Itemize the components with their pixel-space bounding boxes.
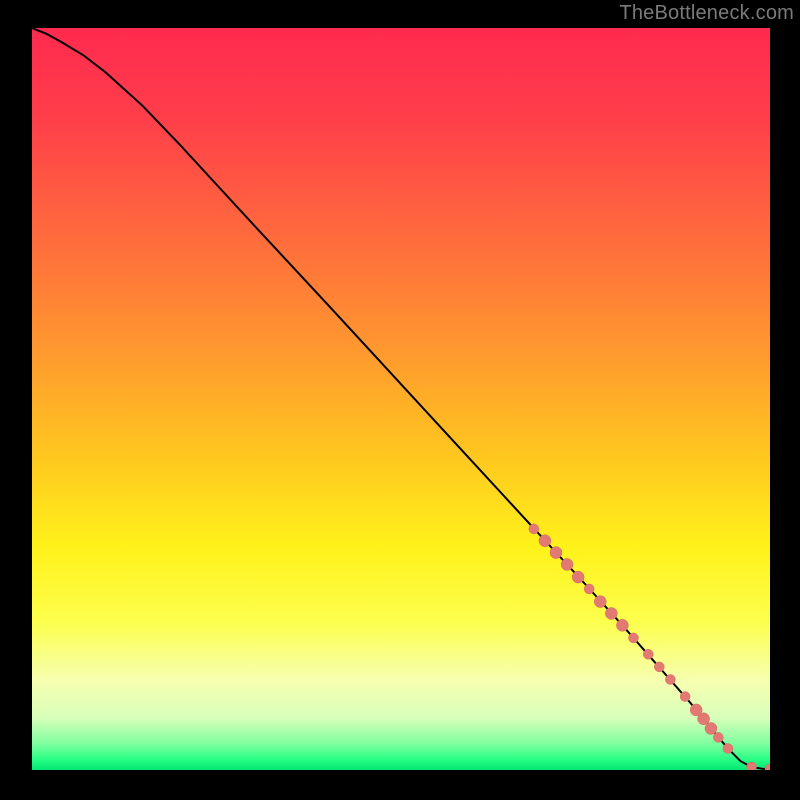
data-marker [605, 607, 617, 619]
data-marker [705, 722, 717, 734]
data-marker [643, 649, 653, 659]
data-marker [550, 547, 562, 559]
data-marker [584, 584, 594, 594]
data-marker [698, 713, 710, 725]
data-marker [654, 662, 664, 672]
data-marker [747, 762, 757, 770]
data-marker [561, 558, 573, 570]
gradient-background [32, 28, 770, 770]
data-marker [665, 674, 675, 684]
data-marker [594, 596, 606, 608]
data-marker [572, 571, 584, 583]
data-marker [723, 743, 733, 753]
data-marker [680, 692, 690, 702]
chart-svg [32, 28, 770, 770]
data-marker [616, 619, 628, 631]
data-marker [713, 732, 723, 742]
data-marker [529, 524, 539, 534]
data-marker [628, 633, 638, 643]
chart-frame: TheBottleneck.com [0, 0, 800, 800]
data-marker [539, 535, 551, 547]
plot-area [32, 28, 770, 770]
attribution-label: TheBottleneck.com [619, 2, 794, 25]
